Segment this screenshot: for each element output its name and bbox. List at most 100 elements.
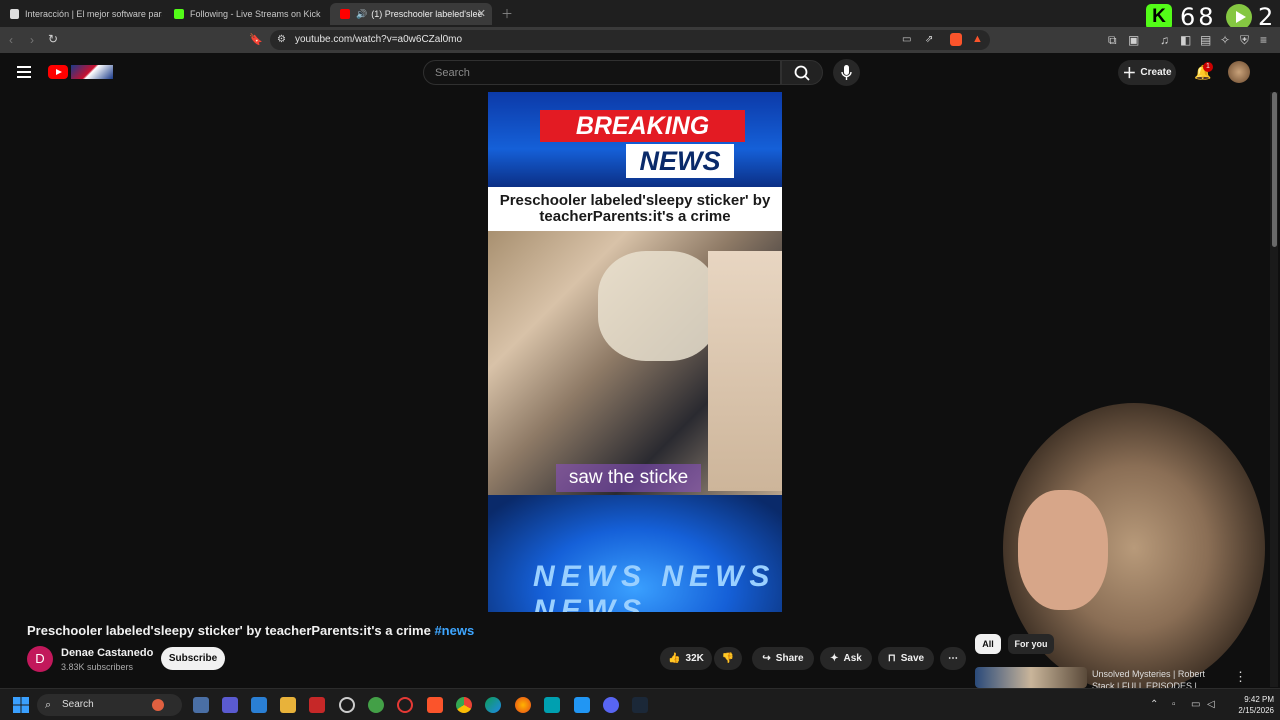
scrollbar-thumb[interactable] [1272, 92, 1277, 247]
site-icon [10, 9, 20, 19]
like-count: 32K [685, 653, 704, 664]
share-button[interactable]: ↪ Share [752, 647, 814, 670]
tray-chevron-icon[interactable]: ⌃ [1150, 699, 1158, 711]
app-icon-8[interactable] [397, 697, 413, 713]
file-explorer-icon[interactable] [280, 697, 296, 713]
recommended-video-thumbnail[interactable] [975, 667, 1087, 688]
tab-title: (1) Preschooler labeled'sleepy... [371, 9, 483, 19]
brave-icon[interactable] [427, 697, 443, 713]
discord-icon[interactable] [603, 697, 619, 713]
brave-shields-icon[interactable] [950, 33, 962, 46]
firefox-icon[interactable] [515, 697, 531, 713]
app-icon-3[interactable] [251, 697, 267, 713]
edge-icon[interactable] [485, 697, 501, 713]
forward-icon[interactable]: › [30, 34, 34, 46]
hamburger-menu-icon[interactable] [17, 66, 31, 78]
youtube-premium-logo[interactable] [71, 65, 113, 79]
share-label: Share [775, 653, 804, 664]
subscribe-button[interactable]: Subscribe [161, 647, 225, 670]
bookmark-icon[interactable]: 🔖 [249, 34, 263, 46]
back-icon[interactable]: ‹ [9, 34, 13, 46]
tabs-icon[interactable]: ▤ [1200, 34, 1211, 46]
extensions-icon[interactable]: ⧉ [1108, 34, 1117, 46]
app-icon-13[interactable] [544, 697, 560, 713]
tab-kick-following[interactable]: Following - Live Streams on Kick [164, 3, 326, 25]
sparkle-icon: ✦ [830, 653, 839, 664]
app-icon-7[interactable] [368, 697, 384, 713]
leo-ai-icon[interactable]: ✧ [1220, 34, 1230, 46]
kick-icon [174, 9, 184, 19]
app-icon-1[interactable] [193, 697, 209, 713]
search-placeholder: Search [435, 67, 470, 79]
site-info-icon[interactable]: ⚙ [277, 34, 286, 46]
app-icon-5[interactable] [309, 697, 325, 713]
breaking-news-banner: BREAKING NEWS [488, 92, 782, 187]
chrome-icon[interactable] [456, 697, 472, 713]
dislike-button[interactable]: 👎 [714, 647, 742, 670]
vscode-icon[interactable] [574, 697, 590, 713]
address-bar[interactable]: ⚙ youtube.com/watch?v=a0w6CZal0mo ▭ ⇗ ▲ [270, 30, 990, 50]
more-vertical-icon[interactable]: ⋮ [1234, 669, 1247, 685]
save-label: Save [900, 653, 925, 664]
hashtag-link[interactable]: #news [434, 623, 474, 638]
search-input[interactable]: Search [423, 60, 781, 85]
youtube-header: Search ＋ Create 🔔 1 [0, 53, 1280, 92]
youtube-icon [340, 9, 350, 19]
app-icon-6[interactable] [339, 697, 355, 713]
tab-title: Following - Live Streams on Kick [190, 9, 321, 19]
brave-rewards-icon[interactable]: ▲ [972, 33, 983, 45]
save-button[interactable]: ⊓ Save [878, 647, 934, 670]
create-button[interactable]: ＋ Create [1118, 60, 1176, 85]
youtube-logo-icon[interactable] [48, 65, 68, 79]
vpn-icon[interactable]: ⛨ [1240, 34, 1249, 46]
channel-avatar[interactable]: D [27, 646, 53, 672]
wallet-icon[interactable]: ▣ [1128, 34, 1139, 46]
ask-label: Ask [843, 653, 862, 664]
more-actions-button[interactable]: ⋯ [940, 647, 966, 670]
channel-name[interactable]: Denae Castanedo [61, 647, 153, 659]
search-highlight-icon [152, 699, 164, 711]
video-caption: saw the sticke [556, 464, 701, 492]
streamer-face [1018, 490, 1108, 610]
chip-for-you[interactable]: For you [1008, 634, 1054, 654]
steam-icon[interactable] [632, 697, 648, 713]
breaking-label: BREAKING [540, 110, 745, 142]
url-text: youtube.com/watch?v=a0w6CZal0mo [295, 34, 463, 45]
close-tab-icon[interactable]: ✕ [477, 7, 486, 20]
windows-start-icon[interactable] [13, 697, 29, 713]
tab-title: Interacción | El mejor software para ... [25, 9, 162, 19]
speaker-icon: 🔊 [356, 8, 368, 19]
recommended-video-title[interactable]: Unsolved Mysteries | Robert Stack | FULL… [1092, 668, 1222, 688]
app-icon-2[interactable] [222, 697, 238, 713]
search-button[interactable] [781, 60, 823, 85]
display-icon[interactable]: ▭ [1191, 699, 1200, 711]
share-page-icon[interactable]: ⇗ [925, 34, 933, 46]
news-globe-graphic: NEWS NEWS NEWS [488, 495, 782, 612]
media-icon[interactable]: ♫ [1160, 34, 1169, 46]
taskbar-search[interactable]: ⌕ Search [37, 694, 182, 716]
tab-interaccion[interactable]: Interacción | El mejor software para ... [0, 3, 162, 25]
video-frame-image [488, 231, 782, 495]
bookmark-save-icon: ⊓ [887, 653, 896, 664]
volume-icon[interactable]: ◁ [1207, 699, 1215, 711]
globe-text: NEWS NEWS NEWS [533, 560, 776, 612]
new-tab-icon[interactable]: ＋ [501, 8, 513, 20]
sidebar-icon[interactable]: ◧ [1180, 34, 1191, 46]
reload-icon[interactable]: ↻ [48, 33, 58, 45]
taskbar-search-label: Search [62, 699, 94, 710]
video-player[interactable]: BREAKING NEWS Preschooler labeled'sleepy… [488, 92, 782, 612]
background-wall [708, 251, 782, 491]
tray-app-icon[interactable]: ▫ [1172, 699, 1176, 711]
account-avatar[interactable] [1228, 61, 1250, 83]
windows-taskbar: ⌕ Search ⌃ ▫ ▭ ◁ 9:42 PM 2/15/2026 [0, 688, 1280, 720]
chip-all[interactable]: All [975, 634, 1001, 654]
system-clock[interactable]: 9:42 PM 2/15/2026 [1222, 694, 1274, 716]
share-icon: ↪ [762, 653, 771, 664]
voice-search-button[interactable] [833, 59, 860, 86]
tab-youtube-video[interactable]: 🔊 (1) Preschooler labeled'sleepy... ✕ [330, 3, 492, 25]
cast-icon[interactable]: ▭ [902, 34, 911, 46]
thumbs-up-icon: 👍 [668, 653, 681, 664]
menu-icon[interactable]: ≡ [1260, 34, 1267, 46]
ask-button[interactable]: ✦ Ask [820, 647, 872, 670]
like-button[interactable]: 👍 32K [660, 647, 712, 670]
